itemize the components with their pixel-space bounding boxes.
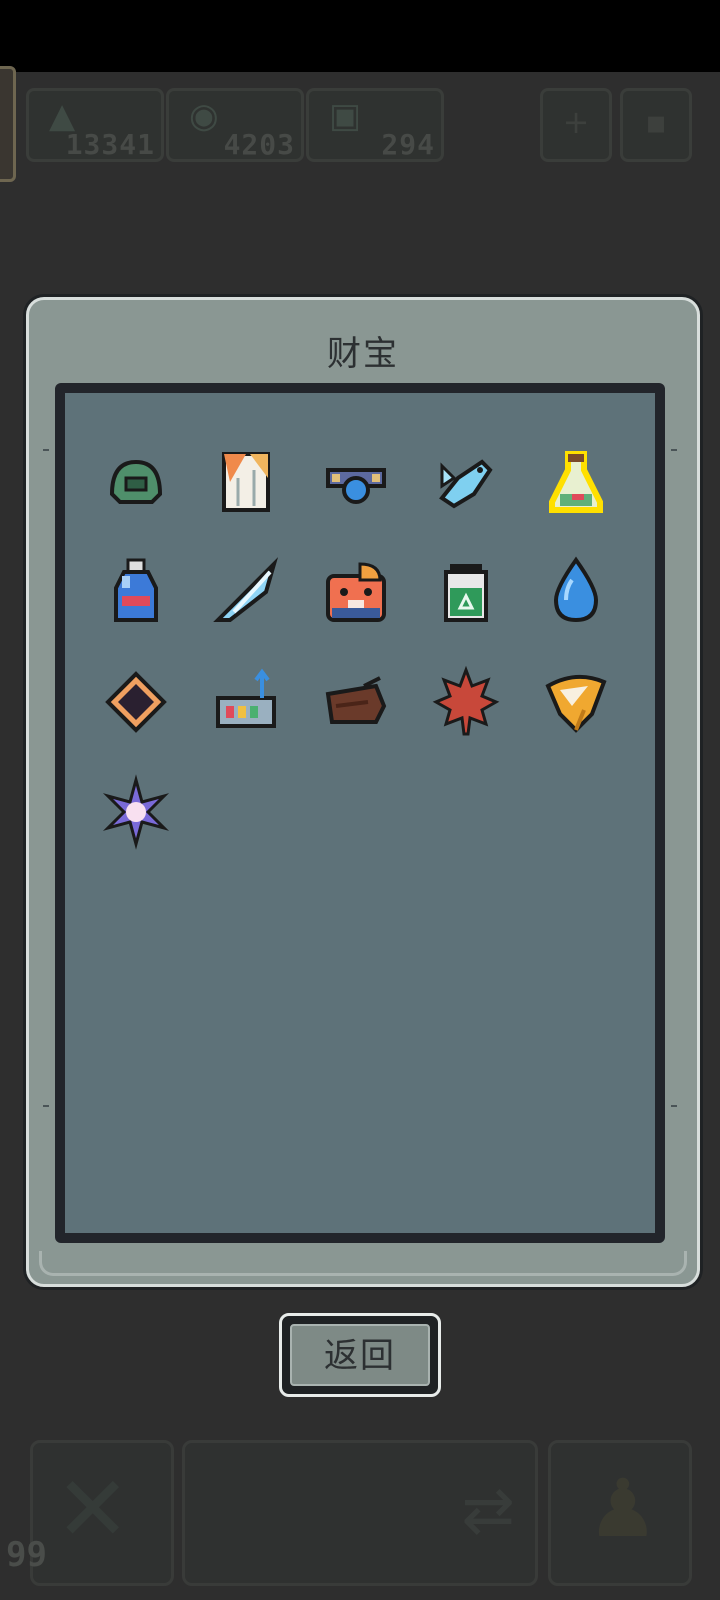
hud-button-plus[interactable]: + bbox=[540, 88, 612, 162]
item-grid-frame bbox=[43, 383, 677, 1243]
bottom-count: 99 bbox=[6, 1535, 47, 1575]
orange-hamster-icon[interactable] bbox=[316, 552, 396, 632]
water-drop-icon[interactable] bbox=[536, 552, 616, 632]
bottom-slot-center[interactable]: ⇄ bbox=[182, 1440, 538, 1586]
blue-fish-icon[interactable] bbox=[426, 442, 506, 522]
plus-icon: + bbox=[562, 103, 590, 141]
antenna-device-icon[interactable] bbox=[206, 662, 286, 742]
bottom-slot-character[interactable]: ♟ bbox=[548, 1440, 692, 1586]
panel-frame-decor bbox=[39, 1251, 687, 1276]
blue-orb-goggles-icon[interactable] bbox=[316, 442, 396, 522]
menu-icon: ▪ bbox=[645, 103, 667, 141]
back-button-label: 返回 bbox=[324, 1336, 396, 1376]
resource-gem: ◉ 4203 bbox=[166, 88, 304, 162]
hud-side-tab[interactable] bbox=[0, 66, 16, 182]
resource-token: ▣ 294 bbox=[306, 88, 444, 162]
blue-bottle-icon[interactable] bbox=[96, 552, 176, 632]
bottom-slot-weapon[interactable]: ✕ bbox=[30, 1440, 174, 1586]
hud-button-menu[interactable]: ▪ bbox=[620, 88, 692, 162]
resource-value: 294 bbox=[381, 128, 435, 161]
square-token-icon: ▣ bbox=[329, 96, 362, 136]
back-button[interactable]: 返回 bbox=[279, 1313, 441, 1397]
wood-log-icon[interactable] bbox=[316, 662, 396, 742]
character-icon: ♟ bbox=[587, 1462, 659, 1555]
potion-flask-icon[interactable] bbox=[536, 442, 616, 522]
green-trash-bin-icon[interactable] bbox=[426, 552, 506, 632]
status-bar bbox=[0, 0, 720, 72]
resource-triangle: ▲ 13341 bbox=[26, 88, 164, 162]
purple-sparkle-icon[interactable] bbox=[96, 772, 176, 852]
item-grid bbox=[43, 393, 677, 1233]
green-helmet-icon[interactable] bbox=[96, 442, 176, 522]
swap-icon: ⇄ bbox=[461, 1474, 515, 1548]
resource-value: 13341 bbox=[65, 128, 155, 161]
dark-diamond-icon[interactable] bbox=[96, 662, 176, 742]
panel-title: 财宝 bbox=[327, 334, 399, 374]
resource-value: 4203 bbox=[223, 128, 295, 161]
red-maple-leaf-icon[interactable] bbox=[426, 662, 506, 742]
gem-icon: ◉ bbox=[189, 96, 219, 136]
ice-blade-icon[interactable] bbox=[206, 552, 286, 632]
treasure-panel: 财宝 bbox=[26, 297, 700, 1287]
golden-conch-icon[interactable] bbox=[536, 662, 616, 742]
torn-scroll-icon[interactable] bbox=[206, 442, 286, 522]
crossed-swords-icon: ✕ bbox=[55, 1457, 131, 1562]
